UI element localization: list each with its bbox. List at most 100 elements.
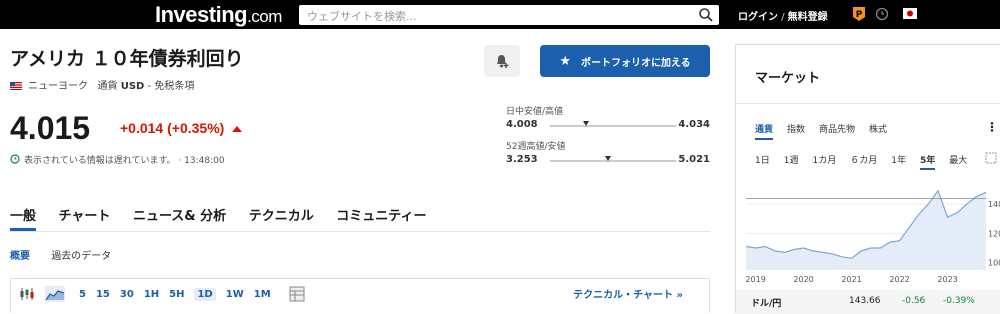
market-title: マーケット <box>755 71 821 86</box>
week52-range-label: 52週高値/安値 <box>506 142 566 152</box>
page-title: アメリカ １０年債券利回り <box>10 48 244 70</box>
tabs-divider <box>10 231 710 232</box>
interval-1w[interactable]: 1W <box>226 289 244 300</box>
price-change: +0.014 (+0.35%) <box>120 120 243 136</box>
period-max[interactable]: 最大 <box>949 153 967 170</box>
portfolio-button-label: ポートフォリオに加える <box>580 57 691 69</box>
quote-change: -0.56 <box>902 296 926 306</box>
category-stocks[interactable]: 株式 <box>869 122 887 140</box>
candlestick-icon[interactable] <box>19 287 35 301</box>
more-menu-icon[interactable]: ⋮ <box>986 120 998 134</box>
clock-icon[interactable] <box>875 6 889 22</box>
period-1m[interactable]: 1カ月 <box>812 153 836 170</box>
quote-row[interactable]: ドル/円 143.66 -0.56 -0.39% <box>736 290 1000 314</box>
svg-text:P: P <box>856 10 863 20</box>
category-indices[interactable]: 指数 <box>787 122 805 140</box>
currency-label: 通貨 <box>97 81 118 92</box>
logo-main: Investing <box>155 2 248 27</box>
chart-toolbar: 5 15 30 1H 5H 1D 1W 1M テクニカル・チャート » <box>10 278 710 313</box>
quote-last: 143.66 <box>849 296 881 306</box>
subtab-overview[interactable]: 概要 <box>10 251 30 262</box>
register-link[interactable]: 無料登録 <box>788 12 828 23</box>
interval-1mo[interactable]: 1M <box>254 289 271 300</box>
star-icon: ★ <box>559 53 571 69</box>
area-chart-icon[interactable] <box>45 286 65 302</box>
interval-5h[interactable]: 5H <box>169 289 184 300</box>
tab-community[interactable]: コミュニティー <box>336 209 426 224</box>
x-tick-label: 2022 <box>889 275 909 284</box>
period-selector: 1日 1週 1カ月 ６カ月 1年 5年 最大 <box>755 153 981 170</box>
subtab-historical-data[interactable]: 過去のデータ <box>51 251 111 262</box>
technical-chart-link[interactable]: テクニカル・チャート » <box>573 286 683 301</box>
week52-low: 3.253 <box>506 154 538 165</box>
x-tick-label: 2020 <box>793 275 813 284</box>
interval-15m[interactable]: 15 <box>96 289 110 300</box>
week52-range-marker <box>605 156 612 161</box>
tab-technical[interactable]: テクニカル <box>249 209 314 224</box>
us-flag-icon <box>10 82 22 90</box>
y-tick-label: 140 <box>988 200 1000 209</box>
period-5y[interactable]: 5年 <box>919 153 936 170</box>
series-area <box>746 190 986 270</box>
x-tick-label: 2021 <box>841 275 861 284</box>
expand-icon[interactable] <box>985 152 997 164</box>
search-input[interactable] <box>299 6 689 27</box>
search-icon[interactable] <box>698 7 714 23</box>
clock-small-icon <box>10 154 20 164</box>
interval-1d[interactable]: 1D <box>194 287 216 301</box>
exchange-location: ニューヨーク <box>28 81 88 92</box>
day-high: 4.034 <box>678 119 710 130</box>
up-arrow-icon <box>232 126 243 132</box>
currency-value: USD <box>120 81 145 92</box>
tax-note: - 免税条項 <box>147 81 195 92</box>
interval-30m[interactable]: 30 <box>120 289 134 300</box>
y-tick-label: 120 <box>988 229 1000 238</box>
japan-flag-icon[interactable] <box>903 8 917 19</box>
table-view-icon[interactable] <box>289 286 305 302</box>
x-tick-label: 2023 <box>937 275 957 284</box>
category-currencies[interactable]: 通貨 <box>755 122 774 140</box>
period-1d[interactable]: 1日 <box>755 153 770 170</box>
pro-badge-icon[interactable]: P <box>852 6 866 22</box>
chart-toolbar-items: 5 15 30 1H 5H 1D 1W 1M <box>19 286 305 302</box>
account-links: ログイン / 無料登録 <box>738 8 828 23</box>
quote-name: ドル/円 <box>751 299 782 309</box>
period-6m[interactable]: ６カ月 <box>850 153 877 170</box>
instrument-meta: ニューヨーク 通貨 USD - 免税条項 <box>10 77 194 92</box>
interval-5m[interactable]: 5 <box>79 289 86 300</box>
bell-plus-icon <box>497 55 509 68</box>
last-price: 4.015 <box>10 110 91 146</box>
tab-news-analysis[interactable]: ニュース& 分析 <box>133 209 226 224</box>
day-range-marker <box>582 121 589 126</box>
delay-text: 表示されている情報は遅れています。 · 13:48:00 <box>24 156 225 166</box>
interval-1h[interactable]: 1H <box>144 289 159 300</box>
change-value: +0.014 <box>120 120 164 136</box>
period-1y[interactable]: 1年 <box>891 153 906 170</box>
quote-change-percent: -0.39% <box>943 296 975 306</box>
tab-general[interactable]: 一般 <box>10 209 36 224</box>
main-tabs: 一般 チャート ニュース& 分析 テクニカル コミュニティー <box>10 205 444 224</box>
market-categories: 通貨 指数 商品先物 株式 <box>755 122 901 140</box>
x-tick-label: 2019 <box>746 275 766 284</box>
day-range-label: 日中安値/高値 <box>506 107 564 117</box>
day-range-bar <box>550 121 676 127</box>
site-logo[interactable]: Investing.com <box>155 2 282 28</box>
top-bar: Investing.com ログイン/無料登録 P <box>0 0 1000 29</box>
login-link[interactable]: ログイン <box>738 12 778 23</box>
add-to-portfolio-button[interactable]: ★ ポートフォリオに加える <box>540 45 710 77</box>
sub-tabs: 概要 過去のデータ <box>10 247 129 262</box>
market-panel: マーケット 通貨 指数 商品先物 株式 ⋮ 1日 1週 1カ月 ６カ月 1年 5… <box>735 44 1000 314</box>
create-alert-button[interactable] <box>484 45 520 77</box>
y-tick-label: 100 <box>988 259 1000 268</box>
link-separator: / <box>781 12 785 23</box>
change-percent: (+0.35%) <box>167 120 225 136</box>
tab-chart[interactable]: チャート <box>59 209 111 224</box>
week52-high: 5.021 <box>678 154 710 165</box>
logo-suffix: .com <box>247 7 282 26</box>
delay-notice: 表示されている情報は遅れています。 · 13:48:00 <box>10 153 225 166</box>
period-1w[interactable]: 1週 <box>784 153 799 170</box>
day-low: 4.008 <box>506 119 538 130</box>
market-mini-chart: 140 120 100 2019 2020 2021 2022 2023 <box>746 189 1000 284</box>
search-box <box>299 5 719 27</box>
category-commodities[interactable]: 商品先物 <box>819 122 855 140</box>
